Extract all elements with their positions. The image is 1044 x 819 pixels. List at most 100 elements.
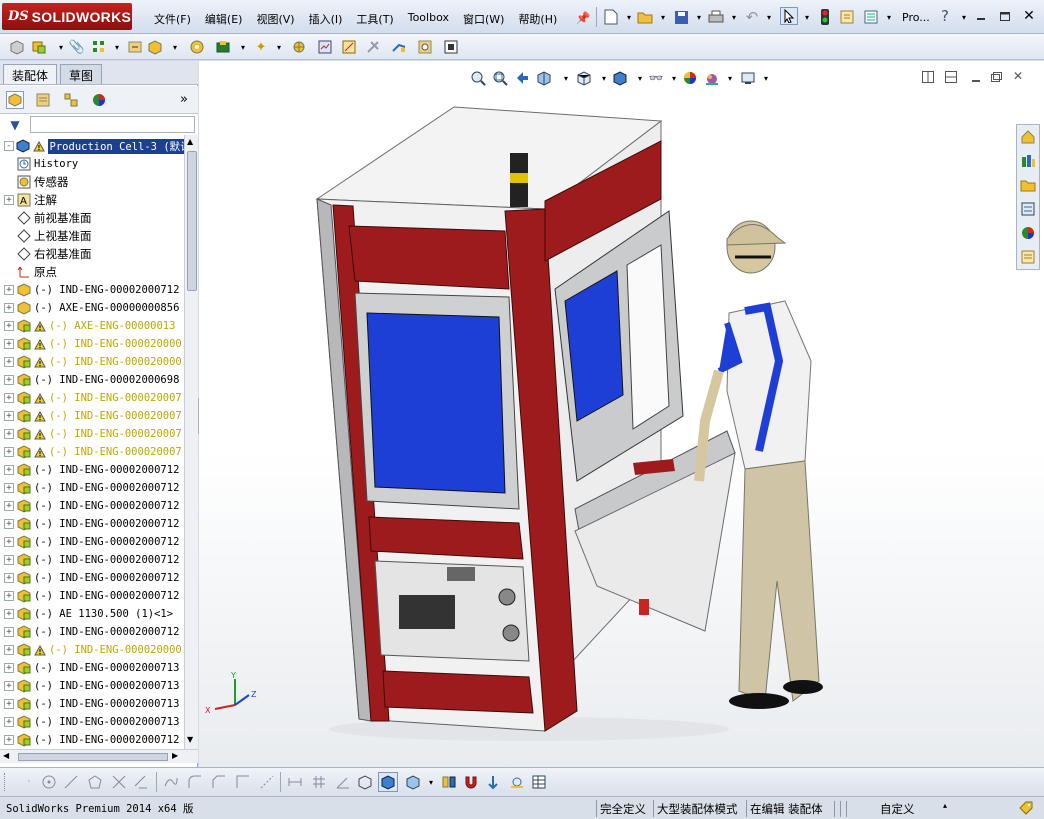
show-dropdown-icon[interactable]: ▾ (166, 38, 184, 56)
tree-row[interactable]: + (-) IND-ENG-000020000 (0, 353, 184, 371)
insert-components-icon[interactable] (8, 38, 26, 56)
tree-row[interactable]: + (-) IND-ENG-000020007 (0, 443, 184, 461)
mate-icon[interactable] (30, 38, 48, 56)
file-properties-icon[interactable] (838, 8, 856, 26)
tree-row[interactable]: + (-) IND-ENG-00002000712 (0, 569, 184, 587)
tree-row[interactable]: 传感器 (0, 173, 184, 191)
motion-dropdown-icon[interactable]: ▾ (270, 38, 288, 56)
help-icon[interactable]: ? (936, 7, 954, 25)
feature-tree-tab-icon[interactable] (6, 91, 24, 109)
custom-properties-icon[interactable] (1019, 248, 1037, 266)
polygon-icon[interactable] (86, 773, 104, 791)
new-motion-study-icon[interactable]: ✦ (252, 38, 270, 56)
save-dropdown-icon[interactable]: ▾ (690, 8, 708, 26)
tree-row[interactable]: + (-) IND-ENG-00002000712 (0, 587, 184, 605)
tree-vertical-scrollbar[interactable]: ▲ ▼ (184, 135, 198, 749)
tab-sketch[interactable]: 草图 (60, 64, 103, 84)
solidworks-resources-icon[interactable] (1019, 128, 1037, 146)
scroll-down-icon[interactable]: ▼ (187, 735, 193, 744)
open-folder-icon[interactable] (636, 8, 654, 26)
restore-icon[interactable] (996, 7, 1014, 25)
expand-icon[interactable]: + (4, 519, 14, 529)
expand-icon[interactable]: + (4, 735, 14, 745)
expand-icon[interactable]: + (4, 663, 14, 673)
tree-row[interactable]: + (-) IND-ENG-000020007 (0, 425, 184, 443)
graphics-area[interactable]: ▾ ▾ ▾ 👓 ▾ ▾ ▾ ✕ Y X Z (199, 61, 1044, 767)
hole-alignment-icon[interactable] (416, 38, 434, 56)
shaded-display-icon[interactable] (378, 772, 398, 792)
rebuild-traffic-light-icon[interactable] (816, 8, 834, 26)
expand-icon[interactable]: + (4, 645, 14, 655)
appearances-scenes-icon[interactable] (1019, 224, 1037, 242)
solidworks-logo[interactable]: DS SOLIDWORKS (2, 3, 132, 30)
move-axis-icon[interactable] (484, 773, 502, 791)
scroll-up-icon[interactable]: ▲ (187, 137, 193, 146)
tree-row[interactable]: + (-) IND-ENG-00002000712 (0, 497, 184, 515)
scroll-thumb[interactable] (187, 151, 197, 291)
smart-dimension-icon[interactable] (286, 773, 304, 791)
tree-row[interactable]: + (-) AXE-ENG-00000000856 (0, 299, 184, 317)
new-document-icon[interactable] (602, 8, 620, 26)
scroll-right-icon[interactable]: ▶ (172, 751, 178, 760)
explode-icon[interactable] (440, 773, 458, 791)
minimize-icon[interactable] (972, 7, 990, 25)
tab-assembly[interactable]: 装配体 (3, 64, 58, 84)
file-explorer-icon[interactable] (1019, 176, 1037, 194)
expand-icon[interactable]: + (4, 573, 14, 583)
expand-icon[interactable]: + (4, 195, 14, 205)
expand-icon[interactable]: + (4, 303, 14, 313)
view-palette-icon[interactable] (1019, 200, 1037, 218)
menu-item-5[interactable]: Toolbox (401, 9, 456, 29)
close-icon[interactable]: ✕ (1020, 7, 1038, 25)
reference-dropdown-icon[interactable]: ▾ (234, 38, 252, 56)
tree-row[interactable]: - Production Cell-3 (默认 (0, 137, 184, 155)
model-render[interactable] (199, 61, 1044, 767)
tree-row[interactable]: + (-) IND-ENG-00002000712 (0, 461, 184, 479)
tree-row[interactable]: + (-) IND-ENG-00002000713 (0, 713, 184, 731)
rotate-icon[interactable] (508, 773, 526, 791)
expand-icon[interactable]: + (4, 681, 14, 691)
assembly-features-icon[interactable] (188, 38, 206, 56)
scroll-left-icon[interactable]: ◀ (3, 751, 9, 760)
fillet-icon[interactable] (186, 773, 204, 791)
show-hidden-icon[interactable] (146, 38, 164, 56)
tree-filter-input[interactable] (30, 116, 195, 133)
bill-of-materials-icon[interactable] (290, 38, 308, 56)
tree-row[interactable]: + (-) IND-ENG-00002000713 (0, 677, 184, 695)
explode-line-sketch-icon[interactable] (340, 38, 358, 56)
filter-funnel-icon[interactable]: ▼ (6, 116, 24, 134)
configuration-manager-tab-icon[interactable] (62, 91, 80, 109)
line-icon[interactable] (62, 773, 80, 791)
view-cube-icon[interactable] (404, 773, 422, 791)
expand-icon[interactable]: + (4, 627, 14, 637)
options-icon[interactable] (862, 8, 880, 26)
tag-icon[interactable] (1017, 799, 1035, 817)
undo-dropdown-icon[interactable]: ▾ (760, 8, 778, 26)
tree-row[interactable]: + (-) IND-ENG-00002000712 (0, 281, 184, 299)
expand-icon[interactable]: + (4, 555, 14, 565)
display-manager-tab-icon[interactable] (90, 91, 108, 109)
select-dropdown-icon[interactable]: ▾ (798, 8, 816, 26)
expand-icon[interactable]: + (4, 537, 14, 547)
print-dropdown-icon[interactable]: ▾ (725, 8, 743, 26)
expand-icon[interactable]: + (4, 501, 14, 511)
menu-item-3[interactable]: 插入(I) (302, 9, 350, 29)
center-point-icon[interactable] (40, 773, 58, 791)
expand-icon[interactable]: + (4, 411, 14, 421)
horizontal-scroll-thumb[interactable] (18, 753, 168, 761)
tree-row[interactable]: + (-) AE 1130.500 (1)<1> (0, 605, 184, 623)
spline-icon[interactable] (162, 773, 180, 791)
panel-expand-icon[interactable]: » (180, 92, 188, 107)
move-component-icon[interactable] (126, 38, 144, 56)
menu-item-1[interactable]: 编辑(E) (198, 9, 250, 29)
tree-row[interactable]: 原点 (0, 263, 184, 281)
units-status[interactable]: 自定义 (877, 800, 918, 817)
linear-pattern-icon[interactable] (90, 38, 108, 56)
expand-icon[interactable]: + (4, 591, 14, 601)
chamfer-icon[interactable] (210, 773, 228, 791)
tree-horizontal-scrollbar[interactable]: ◀ ▶ (0, 749, 198, 763)
table-icon[interactable] (530, 773, 548, 791)
tree-row[interactable]: + (-) IND-ENG-00002000712 (0, 533, 184, 551)
construction-geometry-icon[interactable] (258, 773, 276, 791)
print-icon[interactable] (707, 8, 725, 26)
